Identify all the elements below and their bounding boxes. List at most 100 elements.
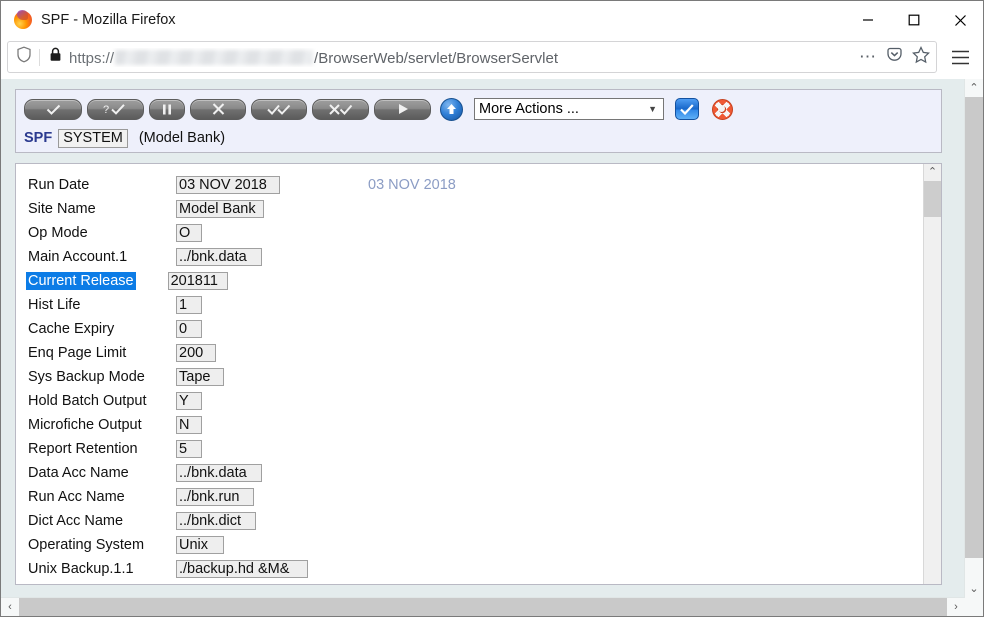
hamburger-menu-icon[interactable] [943, 50, 977, 65]
authorise-button[interactable] [251, 98, 307, 120]
form-row: Cache Expiry 0 [26, 317, 923, 341]
next-button[interactable] [374, 98, 431, 120]
field-label[interactable]: Report Retention [26, 441, 176, 457]
field-label[interactable]: Hist Life [26, 297, 176, 313]
url-divider [39, 48, 40, 66]
validate-button[interactable]: ? [87, 98, 144, 120]
field-label[interactable]: Microfiche Output [26, 417, 176, 433]
ok-button[interactable] [675, 98, 699, 120]
page-scroll-right-button[interactable]: › [947, 598, 965, 616]
field-label[interactable]: Run Acc Name [26, 489, 176, 505]
field-input[interactable]: ../bnk.dict [176, 512, 256, 530]
form-row: Report Retention 5 [26, 437, 923, 461]
field-input[interactable]: 5 [176, 440, 202, 458]
field-label[interactable]: Op Mode [26, 225, 176, 241]
field-input[interactable]: ../bnk.run [176, 488, 254, 506]
lock-icon[interactable] [49, 47, 62, 67]
breadcrumb-site: (Model Bank) [138, 130, 226, 146]
field-label[interactable]: Run Date [26, 177, 176, 193]
field-input[interactable]: 201811 [167, 272, 228, 290]
form-row: Run Date 03 NOV 2018 03 NOV 2018 [26, 173, 923, 197]
upload-button[interactable] [440, 97, 463, 121]
url-scheme: https:// [69, 49, 115, 67]
field-label[interactable]: Current Release [26, 272, 136, 290]
title-bar: SPF - Mozilla Firefox [1, 1, 983, 39]
page-horizontal-scrollbar[interactable]: ‹ › [1, 597, 965, 616]
page-scroll-thumb[interactable] [965, 97, 983, 558]
run-date-display: 03 NOV 2018 [368, 177, 456, 193]
action-button-row: ? More Actions ... ▼ [24, 96, 933, 122]
scroll-up-button[interactable]: ⌃ [924, 164, 941, 181]
breadcrumb-company[interactable]: SYSTEM [58, 128, 128, 148]
field-input[interactable]: ../bnk.data [176, 248, 262, 266]
field-label[interactable]: Enq Page Limit [26, 345, 176, 361]
maximize-button[interactable] [891, 1, 937, 39]
chevron-left-icon: ‹ [8, 600, 12, 613]
form-field-list: Run Date 03 NOV 2018 03 NOV 2018 Site Name M… [16, 164, 923, 584]
field-input[interactable]: ../bnk.data [176, 464, 262, 482]
navigation-toolbar: https:// /BrowserWeb/servlet/BrowserServl… [1, 39, 983, 79]
field-input[interactable]: ./backup.hd &M& [176, 560, 308, 578]
form-row: Main Account.1 ../bnk.data [26, 245, 923, 269]
form-row: Data Acc Name ../bnk.data [26, 461, 923, 485]
url-host-redacted [115, 49, 314, 65]
form-row: Enq Page Limit 200 [26, 341, 923, 365]
form-vertical-scrollbar[interactable]: ⌃ [923, 164, 941, 584]
field-input[interactable]: O [176, 224, 202, 242]
field-input[interactable]: 0 [176, 320, 202, 338]
chevron-up-icon: ⌃ [927, 166, 938, 178]
field-input[interactable]: Tape [176, 368, 224, 386]
help-button[interactable] [712, 98, 733, 120]
field-label[interactable]: Unix Backup.1.1 [26, 561, 176, 577]
star-icon[interactable] [912, 45, 930, 69]
page-hscroll-thumb[interactable] [19, 598, 947, 616]
field-input[interactable]: 200 [176, 344, 216, 362]
field-label[interactable]: Main Account.1 [26, 249, 176, 265]
more-actions-label: More Actions ... [479, 101, 579, 117]
form-row: Current Release 201811 [26, 269, 923, 293]
urlbar-actions: ⋯ [851, 45, 930, 69]
breadcrumb-app[interactable]: SPF [24, 130, 52, 146]
more-actions-select[interactable]: More Actions ... ▼ [474, 98, 664, 120]
form-row: Site Name Model Bank [26, 197, 923, 221]
field-input[interactable]: Model Bank [176, 200, 264, 218]
reverse-button[interactable] [312, 98, 369, 120]
ellipsis-icon[interactable]: ⋯ [859, 48, 877, 65]
form-row: Microfiche Output N [26, 413, 923, 437]
shield-icon[interactable] [16, 46, 32, 68]
chevron-down-icon: ⌄ [969, 582, 979, 595]
pocket-icon[interactable] [886, 46, 903, 68]
field-label[interactable]: Data Acc Name [26, 465, 176, 481]
url-bar[interactable]: https:// /BrowserWeb/servlet/BrowserServl… [7, 41, 937, 73]
form-row: Sys Backup Mode Tape [26, 365, 923, 389]
field-input[interactable]: N [176, 416, 202, 434]
form-row: Hold Batch Output Y [26, 389, 923, 413]
hold-button[interactable] [149, 98, 185, 120]
field-input[interactable]: 03 NOV 2018 [176, 176, 280, 194]
field-input[interactable]: Y [176, 392, 202, 410]
field-label[interactable]: Hold Batch Output [26, 393, 176, 409]
chevron-up-icon: ⌃ [969, 81, 979, 94]
breadcrumb: SPF SYSTEM (Model Bank) [24, 128, 933, 148]
field-label[interactable]: Site Name [26, 201, 176, 217]
page-scroll-down-button[interactable]: ⌄ [965, 580, 983, 598]
field-label[interactable]: Sys Backup Mode [26, 369, 176, 385]
field-input[interactable]: Unix [176, 536, 224, 554]
field-label[interactable]: Cache Expiry [26, 321, 176, 337]
close-button[interactable] [937, 1, 983, 39]
commit-button[interactable] [24, 98, 82, 120]
page-scroll-left-button[interactable]: ‹ [1, 598, 19, 616]
form-row: Op Mode O [26, 221, 923, 245]
field-input[interactable]: 1 [176, 296, 202, 314]
scroll-thumb[interactable] [924, 181, 941, 217]
page-scroll-up-button[interactable]: ⌃ [965, 79, 983, 97]
page-viewport: ? More Actions ... ▼ SPF SYSTEM (Model B… [1, 79, 983, 616]
firefox-window: SPF - Mozilla Firefox https:// /BrowserW… [0, 0, 984, 617]
delete-button[interactable] [190, 98, 246, 120]
form-row: Run Acc Name ../bnk.run [26, 485, 923, 509]
page-vertical-scrollbar[interactable]: ⌃ ⌄ [964, 79, 983, 598]
window-title: SPF - Mozilla Firefox [41, 12, 176, 28]
field-label[interactable]: Dict Acc Name [26, 513, 176, 529]
field-label[interactable]: Operating System [26, 537, 176, 553]
minimize-button[interactable] [845, 1, 891, 39]
